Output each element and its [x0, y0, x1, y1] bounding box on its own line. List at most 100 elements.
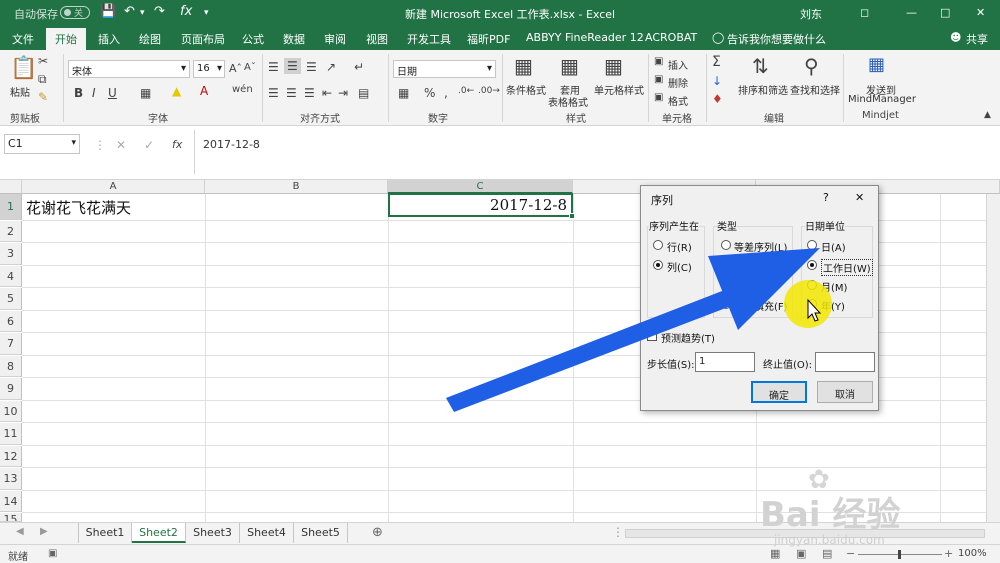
- share-icon[interactable]: ☻: [950, 31, 961, 44]
- row-header-14[interactable]: 14: [0, 491, 22, 512]
- col-radio[interactable]: [653, 260, 663, 270]
- italic-icon[interactable]: I: [92, 86, 96, 100]
- ok-button[interactable]: 确定: [751, 381, 807, 403]
- paste-button[interactable]: 粘贴: [10, 84, 30, 99]
- send-mindmanager-button-2[interactable]: MindManager: [848, 94, 916, 105]
- fx-icon[interactable]: fx: [180, 4, 192, 19]
- macro-record-icon[interactable]: ▣: [48, 548, 57, 559]
- autosum-icon[interactable]: Σ: [712, 54, 721, 70]
- align-bottom-icon[interactable]: ☰: [306, 60, 317, 74]
- copy-icon[interactable]: ⧉: [38, 72, 47, 87]
- autosave-toggle[interactable]: 关: [60, 6, 90, 19]
- chevron-down-icon[interactable]: ▾: [140, 8, 145, 18]
- sheet-tab-1[interactable]: Sheet1: [78, 523, 132, 543]
- save-icon[interactable]: 💾: [100, 4, 116, 19]
- row-radio[interactable]: [653, 240, 663, 250]
- row-radio-label[interactable]: 行(R): [667, 239, 692, 254]
- tab-review[interactable]: 审阅: [324, 31, 346, 47]
- format-cells-icon[interactable]: ▣: [654, 92, 663, 103]
- sheet-tab-5[interactable]: Sheet5: [294, 523, 348, 543]
- cut-icon[interactable]: ✂: [38, 54, 48, 68]
- prev-sheet-icon[interactable]: ◀: [16, 526, 24, 537]
- day-radio-label[interactable]: 日(A): [821, 239, 846, 254]
- paste-icon[interactable]: 📋: [10, 56, 37, 81]
- decrease-decimal-icon[interactable]: .00→: [478, 86, 500, 96]
- linear-radio[interactable]: [721, 240, 731, 250]
- fill-color-icon[interactable]: ▲: [172, 84, 181, 98]
- row-header-4[interactable]: 4: [0, 266, 22, 287]
- year-radio[interactable]: [807, 299, 817, 309]
- growth-radio[interactable]: [721, 260, 731, 270]
- row-header-13[interactable]: 13: [0, 468, 22, 490]
- align-center-icon[interactable]: ☰: [286, 86, 297, 100]
- currency-icon[interactable]: ▦: [398, 86, 409, 100]
- dialog-close-button[interactable]: ✕: [855, 191, 864, 204]
- format-cells-button[interactable]: 格式: [668, 93, 688, 108]
- column-header-a[interactable]: A: [22, 180, 205, 194]
- align-middle-icon[interactable]: ☰: [284, 58, 301, 74]
- column-header-b[interactable]: B: [205, 180, 388, 194]
- delete-cells-icon[interactable]: ▣: [654, 74, 663, 85]
- date-radio-label[interactable]: 日期(D): [734, 279, 770, 294]
- table-format-icon[interactable]: ▦: [560, 54, 579, 78]
- decrease-indent-icon[interactable]: ⇤: [322, 86, 332, 100]
- delete-cells-button[interactable]: 删除: [668, 75, 688, 90]
- find-select-icon[interactable]: ⚲: [804, 54, 819, 78]
- cancel-button[interactable]: 取消: [817, 381, 873, 403]
- next-sheet-icon[interactable]: ▶: [40, 526, 48, 537]
- tab-home[interactable]: 开始: [46, 28, 86, 50]
- font-size-select[interactable]: 16 ▾: [193, 60, 225, 78]
- minimize-icon[interactable]: —: [906, 6, 917, 19]
- font-name-select[interactable]: 宋体 ▾: [68, 60, 190, 78]
- format-painter-icon[interactable]: ✎: [38, 90, 48, 104]
- insert-function-icon[interactable]: fx: [172, 138, 182, 151]
- cancel-icon[interactable]: ✕: [116, 138, 126, 152]
- bold-icon[interactable]: B: [74, 86, 83, 100]
- ribbon-display-icon[interactable]: ◻: [860, 6, 869, 19]
- trend-checkbox[interactable]: [647, 331, 657, 341]
- month-radio-label[interactable]: 月(M): [821, 279, 847, 294]
- merge-center-icon[interactable]: ▤: [358, 86, 369, 100]
- percent-icon[interactable]: %: [424, 86, 435, 100]
- conditional-format-button[interactable]: 条件格式: [506, 82, 546, 97]
- formula-input[interactable]: 2017-12-8: [194, 130, 998, 174]
- row-header-2[interactable]: 2: [0, 221, 22, 242]
- tab-data[interactable]: 数据: [283, 31, 305, 47]
- redo-icon[interactable]: ↷: [154, 4, 165, 19]
- increase-decimal-icon[interactable]: .0←: [458, 86, 474, 96]
- step-value-input[interactable]: 1: [695, 352, 755, 372]
- tab-developer[interactable]: 开发工具: [407, 31, 451, 47]
- weekday-radio[interactable]: [807, 260, 817, 270]
- cell-style-icon[interactable]: ▦: [604, 54, 623, 78]
- find-select-button[interactable]: 查找和选择: [790, 82, 840, 97]
- column-header-c[interactable]: C: [388, 180, 573, 194]
- tab-insert[interactable]: 插入: [98, 31, 120, 47]
- share-button[interactable]: 共享: [966, 31, 988, 47]
- day-radio[interactable]: [807, 240, 817, 250]
- row-header-15[interactable]: 15: [0, 513, 22, 522]
- insert-cells-icon[interactable]: ▣: [654, 56, 663, 67]
- row-header-7[interactable]: 7: [0, 333, 22, 355]
- select-all-corner[interactable]: [0, 180, 22, 194]
- sort-filter-icon[interactable]: ⇅: [752, 54, 769, 78]
- autofill-radio[interactable]: [721, 299, 731, 309]
- underline-icon[interactable]: U: [108, 86, 117, 100]
- close-icon[interactable]: ✕: [976, 6, 985, 19]
- row-header-5[interactable]: 5: [0, 288, 22, 310]
- tab-view[interactable]: 视图: [366, 31, 388, 47]
- sort-filter-button[interactable]: 排序和筛选: [738, 82, 788, 97]
- row-header-11[interactable]: 11: [0, 423, 22, 445]
- insert-cells-button[interactable]: 插入: [668, 57, 688, 72]
- confirm-icon[interactable]: ✓: [144, 138, 154, 152]
- clear-icon[interactable]: ♦: [712, 92, 723, 106]
- row-header-10[interactable]: 10: [0, 401, 22, 422]
- fill-handle[interactable]: [569, 213, 575, 219]
- row-header-12[interactable]: 12: [0, 446, 22, 467]
- tab-formulas[interactable]: 公式: [242, 31, 264, 47]
- increase-indent-icon[interactable]: ⇥: [338, 86, 348, 100]
- tell-me-search[interactable]: 告诉我你想要做什么: [727, 31, 826, 47]
- align-top-icon[interactable]: ☰: [268, 60, 279, 74]
- year-radio-label[interactable]: 年(Y): [821, 298, 845, 313]
- align-left-icon[interactable]: ☰: [268, 86, 279, 100]
- tab-draw[interactable]: 绘图: [139, 31, 161, 47]
